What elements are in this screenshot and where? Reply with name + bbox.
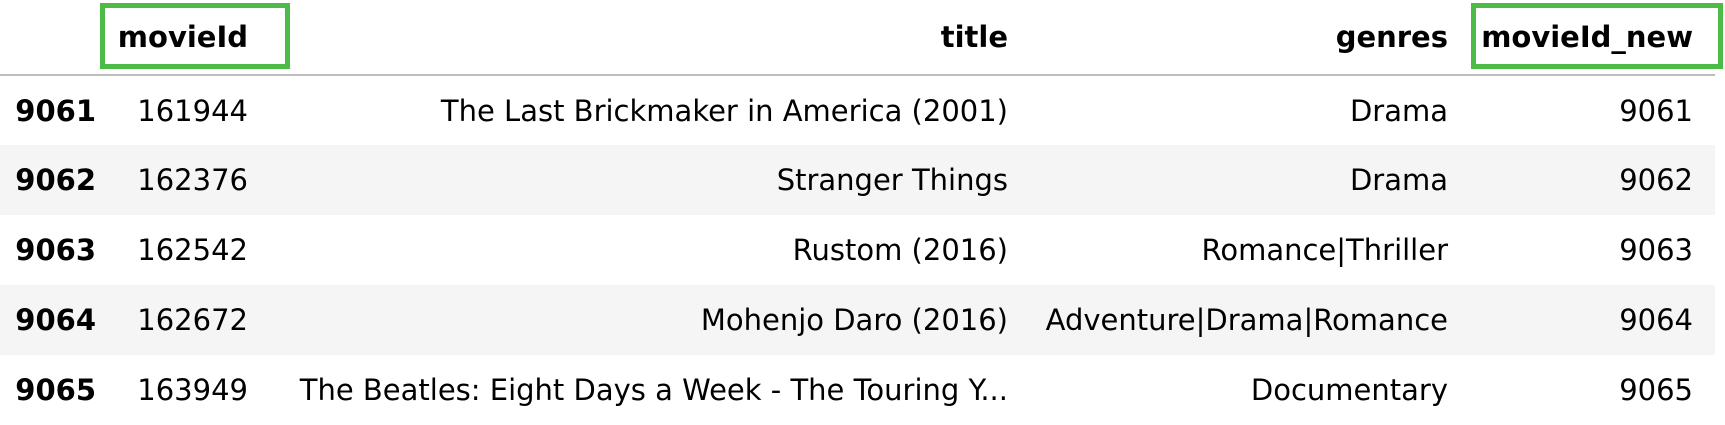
table-row: 9061 161944 The Last Brickmaker in Ameri… xyxy=(0,75,1715,145)
row-index: 9063 xyxy=(15,233,96,267)
row-index: 9065 xyxy=(15,373,96,407)
cell-title: Rustom (2016) xyxy=(792,233,1008,267)
row-index: 9062 xyxy=(15,163,96,197)
header-row: movieId title genres movieId_new xyxy=(0,0,1715,75)
cell-movieid: 162542 xyxy=(137,233,248,267)
dataframe-output: movieId title genres movieId_new 9061 16… xyxy=(0,0,1725,414)
column-header-movieid: movieId xyxy=(117,20,248,54)
table-row: 9062 162376 Stranger Things Drama 9062 xyxy=(0,145,1715,215)
table-body: 9061 161944 The Last Brickmaker in Ameri… xyxy=(0,75,1715,425)
cell-genres: Drama xyxy=(1349,93,1448,128)
cell-movieid: 163949 xyxy=(137,373,248,407)
cell-movieid-new: 9062 xyxy=(1619,163,1693,197)
cell-genres: Drama xyxy=(1349,163,1448,197)
cell-title: The Last Brickmaker in America (2001) xyxy=(440,93,1008,128)
cell-movieid: 161944 xyxy=(137,93,248,128)
dataframe-table: movieId title genres movieId_new 9061 16… xyxy=(0,0,1715,425)
row-index: 9061 xyxy=(15,93,96,128)
cell-title: Mohenjo Daro (2016) xyxy=(700,303,1008,337)
table-row: 9063 162542 Rustom (2016) Romance|Thrill… xyxy=(0,215,1715,285)
column-header-genres: genres xyxy=(1335,20,1448,54)
column-header-title: title xyxy=(940,20,1008,54)
cell-genres: Adventure|Drama|Romance xyxy=(1045,303,1448,337)
row-index: 9064 xyxy=(15,303,96,337)
cell-title: The Beatles: Eight Days a Week - The Tou… xyxy=(299,373,1008,407)
cell-movieid-new: 9065 xyxy=(1619,373,1693,407)
table-row: 9064 162672 Mohenjo Daro (2016) Adventur… xyxy=(0,285,1715,355)
column-header-movieid-new: movieId_new xyxy=(1481,20,1693,54)
cell-movieid: 162672 xyxy=(137,303,248,337)
table-header: movieId title genres movieId_new xyxy=(0,0,1715,75)
cell-genres: Documentary xyxy=(1250,373,1448,407)
cell-movieid-new: 9064 xyxy=(1619,303,1693,337)
cell-movieid: 162376 xyxy=(137,163,248,197)
cell-genres: Romance|Thriller xyxy=(1201,233,1449,267)
cell-title: Stranger Things xyxy=(776,163,1008,197)
index-header xyxy=(0,0,110,75)
table-row: 9065 163949 The Beatles: Eight Days a We… xyxy=(0,355,1715,425)
cell-movieid-new: 9061 xyxy=(1619,93,1693,128)
cell-movieid-new: 9063 xyxy=(1619,233,1693,267)
